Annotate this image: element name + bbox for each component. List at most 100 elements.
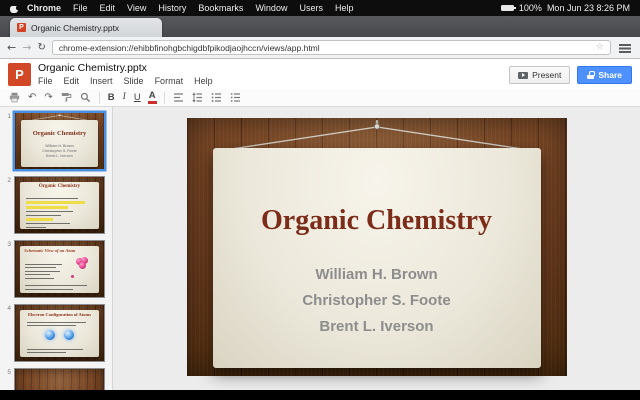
content-area: 1 Organic Chemistry William H. Brown Chr… — [0, 107, 640, 390]
slides-toolbar: ↶ ↷ B I U A — [0, 89, 640, 107]
bold-button[interactable]: B — [108, 93, 115, 103]
slide-thumbnail-1[interactable]: Organic Chemistry William H. Brown Chris… — [14, 112, 105, 170]
mini-slide-title: Electron Configuration of Atoms — [20, 312, 98, 317]
url-text: chrome-extension://ehibbfinohgbchigdbfpi… — [59, 43, 591, 53]
underline-button[interactable]: U — [134, 93, 141, 103]
chrome-address-bar: ← → ↻ chrome-extension://ehibbfinohgbchi… — [0, 37, 640, 59]
filmstrip-row-2: 2 Organic Chemistry — [2, 176, 109, 234]
mini-text-lines — [25, 261, 64, 279]
menubar-item-help[interactable]: Help — [329, 3, 360, 13]
atom-cluster-icon — [76, 257, 89, 270]
present-label: Present — [532, 70, 561, 80]
chrome-tab-bar: P Organic Chemistry.pptx — [0, 16, 640, 37]
menubar-item-edit[interactable]: Edit — [94, 3, 122, 13]
mini-panel: Schematic View of an Atom — [20, 246, 98, 293]
toolbar-separator — [99, 92, 100, 104]
slide-number: 5 — [2, 368, 14, 390]
menubar-item-history[interactable]: History — [152, 3, 192, 13]
tab-favicon-icon: P — [17, 23, 26, 32]
slide-filmstrip: 1 Organic Chemistry William H. Brown Chr… — [0, 107, 113, 390]
undo-icon[interactable]: ↶ — [28, 93, 36, 103]
bookmark-star-icon[interactable]: ☆ — [596, 43, 604, 52]
tab-title: Organic Chemistry.pptx — [31, 23, 119, 33]
toolbar-separator — [164, 92, 165, 104]
app-menu-bar: File Edit Insert Slide Format Help — [38, 75, 224, 87]
share-label: Share — [598, 70, 622, 80]
paint-format-icon[interactable] — [61, 92, 72, 103]
slide-thumbnail-3[interactable]: Schematic View of an Atom — [14, 240, 105, 298]
slide-editor-canvas[interactable]: Organic Chemistry William H. Brown Chris… — [113, 107, 640, 390]
text-color-button[interactable]: A — [149, 91, 156, 104]
print-icon[interactable] — [9, 92, 20, 103]
align-icon[interactable] — [173, 92, 184, 103]
document-title[interactable]: Organic Chemistry.pptx — [38, 62, 224, 75]
url-omnibox[interactable]: chrome-extension://ehibbfinohgbchigdbfpi… — [52, 40, 611, 55]
slide-number: 2 — [2, 176, 14, 234]
menu-insert[interactable]: Insert — [90, 75, 113, 87]
electron-dot-icon — [71, 275, 74, 278]
chrome-menu-icon[interactable] — [619, 43, 631, 53]
electron-spheres-icon — [20, 330, 98, 340]
menubar-item-window[interactable]: Window — [249, 3, 293, 13]
mini-slide-authors: William H. Brown Christopher S. Foote Br… — [21, 144, 98, 159]
mini-panel: Electron Configuration of Atoms — [20, 310, 98, 357]
mini-text-lines — [26, 195, 93, 228]
slide-thumbnail-4[interactable]: Electron Configuration of Atoms — [14, 304, 105, 362]
menubar-item-users[interactable]: Users — [293, 3, 329, 13]
menubar-item-bookmarks[interactable]: Bookmarks — [192, 3, 249, 13]
menu-help[interactable]: Help — [194, 75, 213, 87]
slide-thumbnail-2[interactable]: Organic Chemistry — [14, 176, 105, 234]
mini-text-lines — [27, 346, 93, 353]
filmstrip-row-1: 1 Organic Chemistry William H. Brown Chr… — [2, 112, 109, 170]
apple-logo-icon[interactable] — [10, 4, 18, 13]
slide-thumbnail-5[interactable] — [14, 368, 105, 390]
menubar-item-view[interactable]: View — [121, 3, 152, 13]
forward-icon[interactable]: → — [22, 42, 31, 53]
menubar-item-file[interactable]: File — [67, 3, 94, 13]
bulleted-list-icon[interactable] — [230, 92, 241, 103]
header-buttons: Present Share — [509, 66, 632, 84]
mini-text-lines — [27, 319, 93, 326]
bottom-black-bar — [0, 390, 640, 400]
filmstrip-row-5: 5 — [2, 368, 109, 390]
slide-title-textbox[interactable]: Organic Chemistry — [213, 205, 541, 237]
slide-authors-textbox[interactable]: William H. Brown Christopher S. Foote Br… — [213, 262, 541, 340]
menubar-app-name[interactable]: Chrome — [21, 3, 67, 13]
present-button[interactable]: Present — [509, 66, 570, 84]
mini-slide-title: Schematic View of an Atom — [24, 248, 75, 253]
zoom-icon[interactable] — [80, 92, 91, 103]
slides-app-header: P Organic Chemistry.pptx File Edit Inser… — [0, 59, 640, 89]
slide-panel: Organic Chemistry William H. Brown Chris… — [213, 148, 541, 368]
macos-menu-bar: Chrome File Edit View History Bookmarks … — [0, 0, 640, 16]
slide-number: 3 — [2, 240, 14, 298]
menubar-clock[interactable]: Mon Jun 23 8:26 PM — [547, 3, 630, 13]
italic-button[interactable]: I — [123, 93, 126, 103]
menu-file[interactable]: File — [38, 75, 53, 87]
header-middle: Organic Chemistry.pptx File Edit Insert … — [38, 62, 224, 87]
menu-format[interactable]: Format — [155, 75, 184, 87]
current-slide[interactable]: Organic Chemistry William H. Brown Chris… — [187, 118, 567, 376]
reload-icon[interactable]: ↻ — [37, 43, 45, 53]
battery-icon[interactable] — [501, 5, 514, 11]
browser-tab[interactable]: P Organic Chemistry.pptx — [10, 18, 162, 37]
mini-slide-title: Organic Chemistry — [21, 130, 98, 137]
redo-icon[interactable]: ↷ — [44, 93, 52, 103]
slide-number: 1 — [2, 112, 14, 170]
battery-percent[interactable]: 100% — [519, 3, 542, 13]
lock-icon — [587, 71, 594, 79]
menu-edit[interactable]: Edit — [64, 75, 80, 87]
share-button[interactable]: Share — [577, 66, 632, 84]
present-screen-icon — [518, 72, 528, 79]
line-spacing-icon[interactable] — [192, 92, 203, 103]
mini-text-lines — [25, 283, 94, 290]
back-icon[interactable]: ← — [7, 42, 16, 53]
filmstrip-row-3: 3 Schematic View of an Atom — [2, 240, 109, 298]
powerpoint-logo-icon: P — [8, 63, 31, 86]
mini-panel: Organic Chemistry — [20, 182, 98, 229]
numbered-list-icon[interactable] — [211, 92, 222, 103]
menu-slide[interactable]: Slide — [124, 75, 144, 87]
slide-number: 4 — [2, 304, 14, 362]
filmstrip-row-4: 4 Electron Configuration of Atoms — [2, 304, 109, 362]
mini-slide-title: Organic Chemistry — [20, 184, 98, 189]
mini-panel: Organic Chemistry William H. Brown Chris… — [21, 120, 98, 167]
